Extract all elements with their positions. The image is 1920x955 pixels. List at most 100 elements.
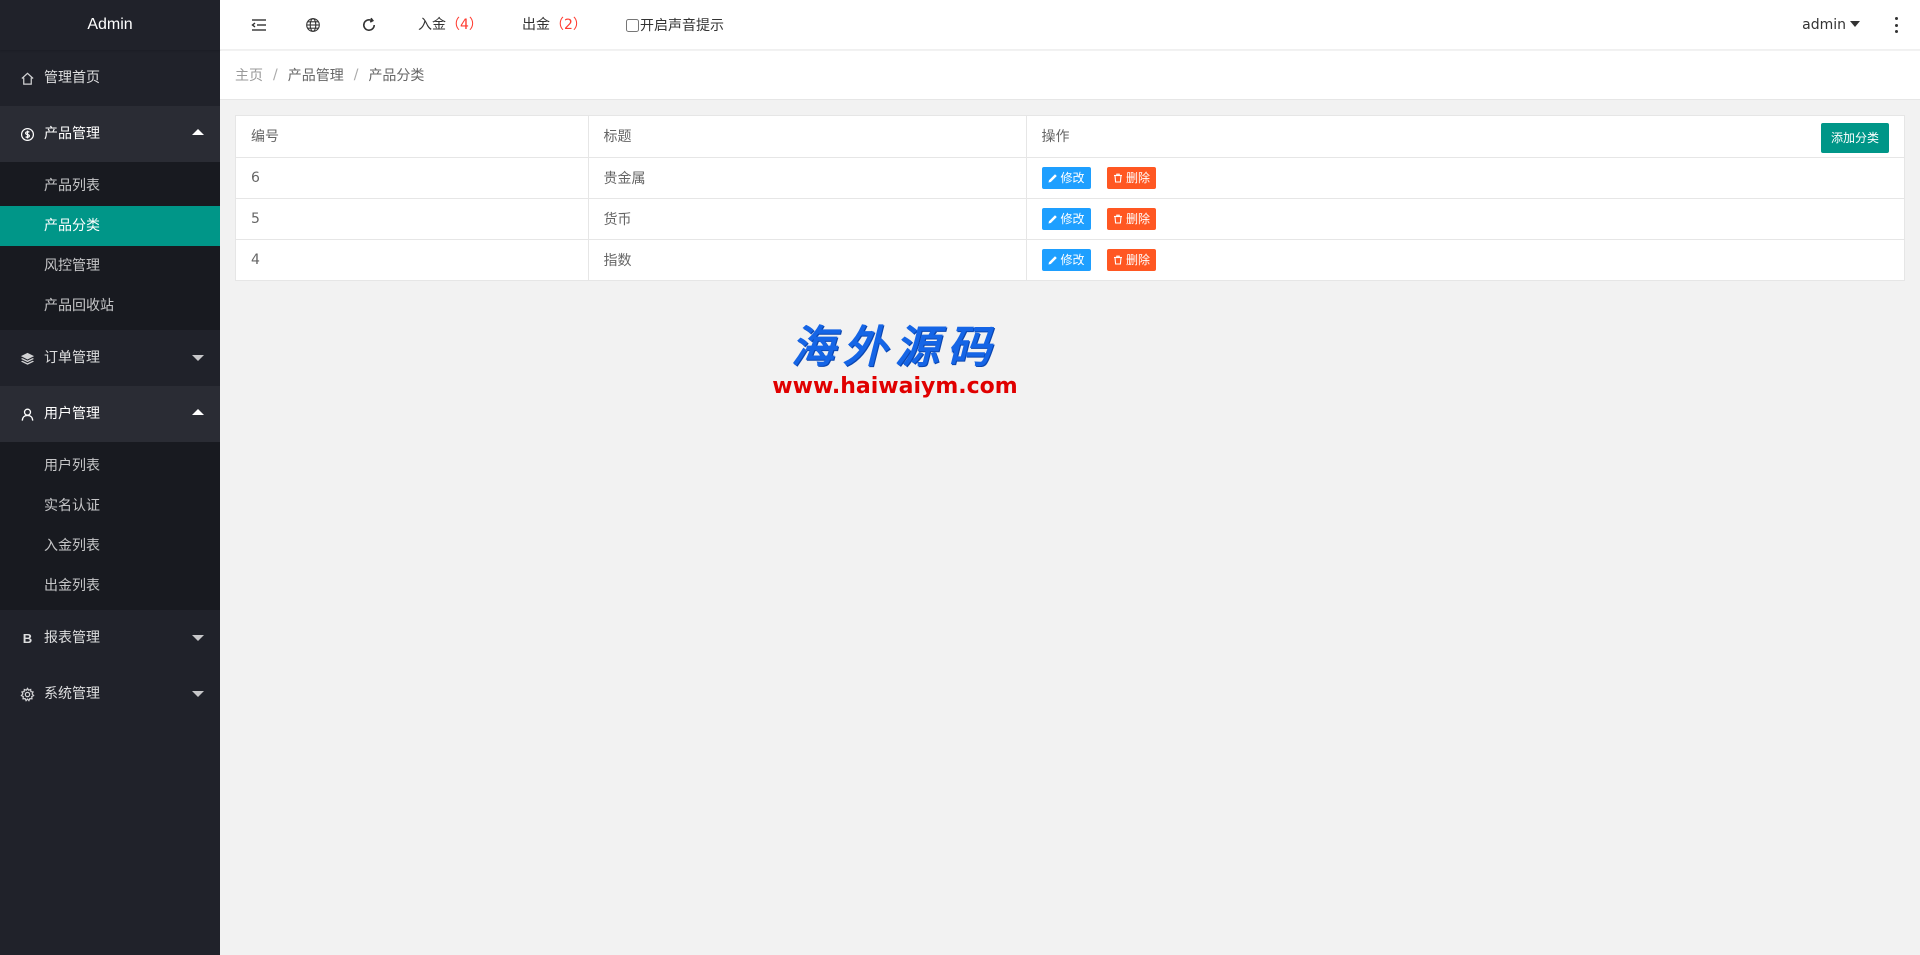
- caret-down-icon: [1850, 20, 1860, 27]
- row-title: 货币: [588, 198, 1027, 240]
- deposit-count-badge: 4: [460, 17, 469, 33]
- sidebar-item-risk-control[interactable]: 风控管理: [0, 246, 220, 286]
- category-table: 编号 标题 操作 添加分类 6 贵金属 修改 删除 5 货币 修改 删除 4 指…: [236, 116, 1904, 280]
- sidebar-item-label: 产品管理: [44, 126, 100, 142]
- edit-button[interactable]: 修改: [1041, 207, 1091, 230]
- delete-button[interactable]: 删除: [1106, 166, 1156, 189]
- row-actions: 修改 删除: [1026, 239, 1904, 280]
- svg-text:B: B: [22, 631, 31, 646]
- sidebar-item-system-management[interactable]: 系统管理: [0, 666, 220, 722]
- sidebar-item-product-list[interactable]: 产品列表: [0, 166, 220, 206]
- sidebar-item-label: 订单管理: [44, 350, 100, 366]
- sound-alert-toggle[interactable]: 开启声音提示: [626, 0, 724, 50]
- row-id: 4: [236, 239, 589, 280]
- withdraw-link[interactable]: 出金（2）: [522, 0, 587, 50]
- deposit-label: 入金: [418, 17, 446, 33]
- sidebar-item-order-management[interactable]: 订单管理: [0, 330, 220, 386]
- delete-button-label: 删除: [1125, 171, 1150, 185]
- top-header: 入金（4） 出金（2） 开启声音提示 admin: [220, 0, 1920, 50]
- user-icon: [19, 406, 35, 422]
- column-header-actions: 操作 添加分类: [1026, 116, 1904, 158]
- breadcrumb-product-management[interactable]: 产品管理: [288, 65, 344, 85]
- trash-icon: [1113, 173, 1122, 183]
- deposit-close-paren: ）: [468, 17, 483, 33]
- add-category-button[interactable]: 添加分类: [1820, 123, 1889, 153]
- chevron-down-icon: [192, 691, 204, 697]
- sidebar-item-deposit-list[interactable]: 入金列表: [0, 526, 220, 566]
- row-id: 5: [236, 198, 589, 240]
- layers-icon: [19, 350, 35, 366]
- sidebar-item-product-recycle-bin[interactable]: 产品回收站: [0, 286, 220, 326]
- breadcrumb-home[interactable]: 主页: [235, 65, 263, 85]
- more-vertical-icon[interactable]: [1894, 17, 1898, 33]
- breadcrumb-separator: /: [353, 67, 359, 83]
- row-id: 6: [236, 157, 589, 199]
- bold-b-icon: B: [19, 630, 35, 646]
- sidebar-item-product-management[interactable]: 产品管理: [0, 106, 220, 162]
- withdraw-close-paren: ）: [572, 17, 587, 33]
- sidebar-item-label: 系统管理: [44, 686, 100, 702]
- edit-button-label: 修改: [1060, 171, 1085, 185]
- chevron-down-icon: [192, 355, 204, 361]
- pencil-icon: [1048, 173, 1057, 182]
- deposit-link[interactable]: 入金（4）: [418, 0, 483, 50]
- sidebar-item-label: 报表管理: [44, 630, 100, 646]
- sound-alert-checkbox[interactable]: [626, 18, 639, 32]
- delete-button-label: 删除: [1125, 253, 1150, 268]
- row-actions: 修改 删除: [1026, 157, 1904, 199]
- pencil-icon: [1048, 214, 1057, 223]
- gear-icon: [19, 686, 35, 702]
- delete-button-label: 删除: [1125, 212, 1150, 226]
- sidebar-item-user-list[interactable]: 用户列表: [0, 446, 220, 486]
- sidebar-item-withdraw-list[interactable]: 出金列表: [0, 566, 220, 606]
- trash-icon: [1113, 255, 1122, 265]
- withdraw-label: 出金: [522, 17, 550, 33]
- row-title: 贵金属: [588, 157, 1027, 199]
- column-header-id: 编号: [236, 116, 589, 158]
- submenu-product: 产品列表 产品分类 风控管理 产品回收站: [0, 162, 220, 330]
- chevron-up-icon: [192, 409, 204, 415]
- deposit-open-paren: （: [446, 17, 460, 33]
- sidebar: Admin 管理首页 产品管理 产品列表 产品分类 风控管理 产品回收站 订单管…: [0, 0, 220, 955]
- user-menu[interactable]: admin: [1802, 0, 1860, 50]
- sidebar-item-real-name-verification[interactable]: 实名认证: [0, 486, 220, 526]
- submenu-user: 用户列表 实名认证 入金列表 出金列表: [0, 442, 220, 610]
- edit-button[interactable]: 修改: [1041, 166, 1091, 189]
- sidebar-item-user-management[interactable]: 用户管理: [0, 386, 220, 442]
- delete-button[interactable]: 删除: [1106, 248, 1156, 271]
- watermark-title: 海外源码: [791, 322, 999, 373]
- trash-icon: [1113, 214, 1122, 224]
- sidebar-item-label: 管理首页: [44, 70, 100, 86]
- column-header-actions-label: 操作: [1041, 129, 1070, 146]
- row-title: 指数: [588, 239, 1027, 280]
- globe-icon[interactable]: [304, 16, 322, 34]
- dollar-circle-icon: [19, 126, 35, 142]
- chevron-up-icon: [192, 129, 204, 135]
- breadcrumb-product-category: 产品分类: [368, 68, 425, 84]
- breadcrumb-separator: /: [273, 67, 278, 83]
- watermark-url: www.haiwaiym.com: [772, 374, 1018, 399]
- sidebar-item-product-category[interactable]: 产品分类: [0, 206, 220, 246]
- breadcrumb: 主页 / 产品管理 / 产品分类: [220, 51, 1920, 100]
- table-row: 4 指数 修改 删除: [236, 239, 1904, 280]
- sidebar-item-label: 用户管理: [44, 406, 100, 422]
- username: admin: [1802, 17, 1846, 33]
- sound-alert-label: 开启声音提示: [640, 18, 724, 34]
- withdraw-open-paren: （: [550, 17, 564, 33]
- home-icon: [19, 70, 35, 86]
- edit-button-label: 修改: [1060, 212, 1085, 226]
- sidebar-item-dashboard[interactable]: 管理首页: [0, 50, 220, 106]
- delete-button[interactable]: 删除: [1106, 207, 1156, 230]
- refresh-icon[interactable]: [360, 16, 378, 34]
- watermark: 海外源码 www.haiwaiym.com: [740, 322, 1050, 400]
- row-actions: 修改 删除: [1026, 198, 1904, 240]
- edit-button-label: 修改: [1060, 253, 1085, 268]
- pencil-icon: [1048, 255, 1057, 265]
- category-table-card: 编号 标题 操作 添加分类 6 贵金属 修改 删除 5 货币 修改 删除 4 指…: [235, 115, 1905, 281]
- sidebar-item-report-management[interactable]: B 报表管理: [0, 610, 220, 666]
- chevron-down-icon: [192, 635, 204, 641]
- menu-collapse-icon[interactable]: [250, 16, 268, 34]
- table-row: 5 货币 修改 删除: [236, 198, 1904, 240]
- column-header-title: 标题: [588, 116, 1027, 158]
- edit-button[interactable]: 修改: [1041, 248, 1091, 271]
